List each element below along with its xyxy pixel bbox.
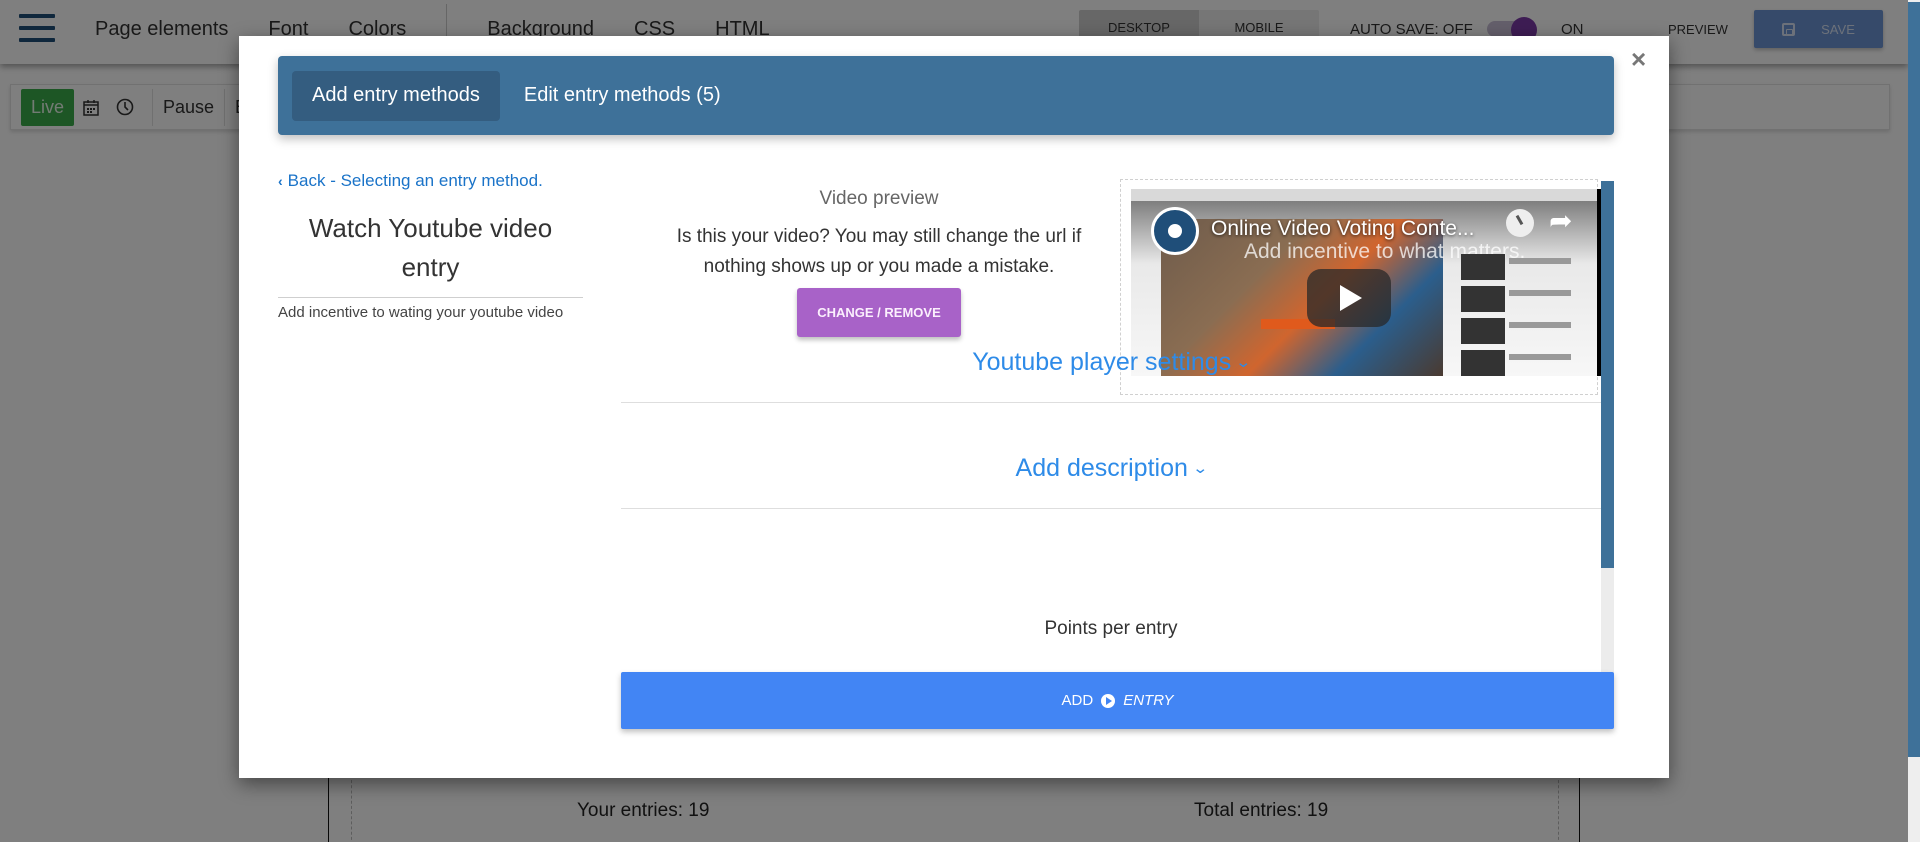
accordion-add-description[interactable]: Add description ⌄ (621, 454, 1601, 483)
youtube-topbar (1131, 189, 1601, 201)
video-preview-text: Is this your video? You may still change… (676, 226, 1082, 277)
entry-method-subtitle: Add incentive to wating your youtube vid… (278, 304, 564, 321)
accordion-divider (621, 402, 1601, 403)
accordion-label: Add description (1015, 454, 1188, 482)
accordion-label: Youtube player settings (972, 348, 1232, 376)
add-entry-prefix: ADD (1061, 692, 1094, 709)
chevron-down-icon: ⌄ (1191, 460, 1209, 477)
chevron-down-icon: ⌄ (1235, 354, 1252, 371)
accordion-youtube-player-settings[interactable]: Youtube player settings ⌄ (621, 348, 1601, 377)
video-preview-info: Video preview Is this your video? You ma… (659, 188, 1099, 337)
add-entry-suffix: ENTRY (1123, 692, 1174, 709)
back-link-label: Back - Selecting an entry method. (287, 171, 543, 190)
modal-tabs: Add entry methods Edit entry methods (5) (278, 56, 1614, 135)
share-icon[interactable]: ➦ (1549, 204, 1572, 237)
channel-logo-icon (1151, 207, 1199, 255)
entry-method-info: ‹ Back - Selecting an entry method. Watc… (278, 171, 583, 321)
entry-method-title: Watch Youtube video entry (308, 213, 553, 282)
modal-scrollbar[interactable] (1601, 181, 1614, 687)
points-per-entry-label: Points per entry (1044, 618, 1178, 639)
modal-scrollbar-thumb[interactable] (1601, 181, 1614, 568)
play-icon[interactable] (1307, 269, 1391, 327)
close-icon[interactable]: × (1631, 46, 1646, 72)
title-divider (278, 297, 583, 298)
accordion-divider (621, 508, 1601, 509)
back-link[interactable]: ‹ Back - Selecting an entry method. (278, 171, 583, 191)
add-entry-button[interactable]: ADD ENTRY (621, 672, 1614, 729)
tab-edit-entry-methods[interactable]: Edit entry methods (5) (504, 71, 741, 121)
page-scrollbar[interactable] (1908, 0, 1920, 842)
video-title: Online Video Voting Conte... (1211, 217, 1475, 240)
play-circle-icon (1101, 693, 1116, 708)
watch-later-icon[interactable] (1506, 209, 1534, 237)
video-preview-title: Video preview (819, 188, 939, 209)
chevron-left-icon: ‹ (278, 173, 283, 189)
change-remove-button[interactable]: CHANGE / REMOVE (797, 288, 961, 337)
tab-add-entry-methods[interactable]: Add entry methods (292, 70, 500, 121)
entry-methods-modal: × Add entry methods Edit entry methods (… (239, 36, 1669, 778)
page-scrollbar-thumb[interactable] (1908, 2, 1920, 757)
